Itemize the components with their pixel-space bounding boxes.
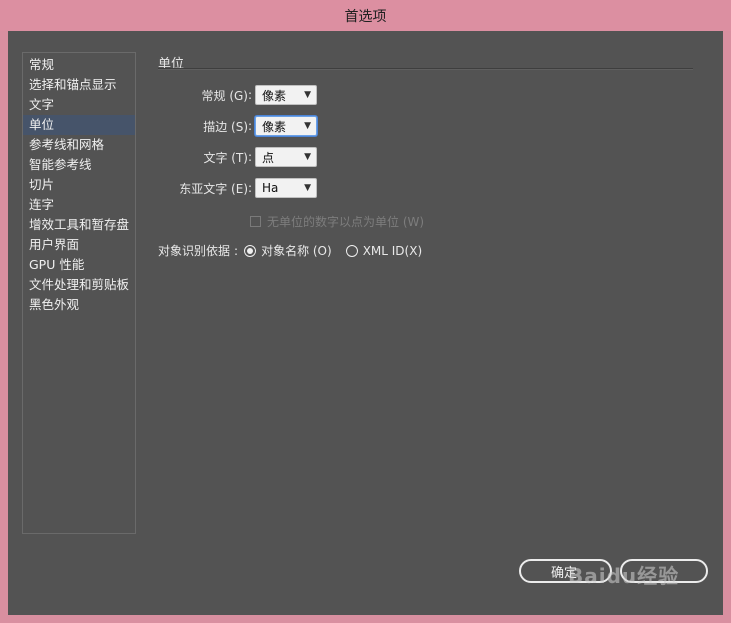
sidebar-item-plugins-scratch[interactable]: 增效工具和暂存盘	[23, 215, 135, 235]
sidebar-item-slices[interactable]: 切片	[23, 175, 135, 195]
numbers-without-units-option: 无单位的数字以点为单位 (W)	[250, 213, 424, 230]
section-divider	[158, 68, 693, 69]
sidebar-item-units[interactable]: 单位	[23, 115, 135, 135]
object-name-radio[interactable]	[244, 244, 257, 257]
chevron-down-icon: ▼	[304, 121, 311, 131]
sidebar-item-black-appearance[interactable]: 黑色外观	[23, 295, 135, 315]
section-title: 单位	[158, 57, 185, 72]
chevron-down-icon: ▼	[304, 90, 311, 100]
general-unit-row: 常规 (G) : 像素 ▼	[150, 85, 317, 105]
sidebar: 常规 选择和锚点显示 文字 单位 参考线和网格 智能参考线 切片 连字 增效工具…	[22, 52, 136, 534]
sidebar-item-user-interface[interactable]: 用户界面	[23, 235, 135, 255]
sidebar-item-selection-anchor[interactable]: 选择和锚点显示	[23, 75, 135, 95]
sidebar-item-guides-grid[interactable]: 参考线和网格	[23, 135, 135, 155]
type-unit-row: 文字 (T) : 点 ▼	[150, 147, 317, 167]
preferences-dialog: 常规 选择和锚点显示 文字 单位 参考线和网格 智能参考线 切片 连字 增效工具…	[8, 31, 723, 615]
sidebar-item-general[interactable]: 常规	[23, 55, 135, 75]
baidu-watermark: Baidu经验	[568, 560, 679, 589]
general-unit-label: 常规 (G)	[201, 88, 248, 103]
type-unit-select[interactable]: 点 ▼	[255, 147, 317, 167]
general-unit-select[interactable]: 像素 ▼	[255, 85, 317, 105]
stroke-unit-value: 像素	[262, 119, 287, 134]
numbers-without-units-checkbox[interactable]	[250, 216, 261, 227]
chevron-down-icon: ▼	[304, 183, 311, 193]
general-unit-value: 像素	[262, 88, 287, 103]
type-unit-value: 点	[262, 150, 275, 165]
baidu-watermark-text: Baidu经验	[568, 564, 680, 588]
window-title: 首选项	[0, 0, 731, 31]
identify-object-by-label: 对象识别依据	[158, 244, 231, 258]
numbers-without-units-label: 无单位的数字以点为单位 (W)	[267, 215, 425, 229]
identify-object-by-row: 对象识别依据 : 对象名称 (O) XML ID(X)	[158, 242, 423, 259]
object-name-label[interactable]: 对象名称 (O)	[261, 242, 332, 259]
chevron-down-icon: ▼	[304, 152, 311, 162]
sidebar-item-smart-guides[interactable]: 智能参考线	[23, 155, 135, 175]
sidebar-item-type[interactable]: 文字	[23, 95, 135, 115]
asian-type-unit-label: 东亚文字 (E)	[179, 181, 248, 196]
sidebar-item-gpu[interactable]: GPU 性能	[23, 255, 135, 275]
stroke-unit-row: 描边 (S) : 像素 ▼	[150, 116, 317, 136]
sidebar-item-file-clipboard[interactable]: 文件处理和剪贴板	[23, 275, 135, 295]
stroke-unit-label: 描边 (S)	[203, 119, 248, 134]
sidebar-item-hyphenation[interactable]: 连字	[23, 195, 135, 215]
xml-id-radio[interactable]	[345, 244, 358, 257]
stroke-unit-select[interactable]: 像素 ▼	[255, 116, 317, 136]
asian-type-unit-value: Ha	[262, 181, 279, 195]
asian-type-unit-select[interactable]: Ha ▼	[255, 178, 317, 198]
asian-type-unit-row: 东亚文字 (E) : Ha ▼	[150, 178, 317, 198]
type-unit-label: 文字 (T)	[203, 150, 248, 165]
xml-id-label[interactable]: XML ID(X)	[363, 244, 422, 258]
